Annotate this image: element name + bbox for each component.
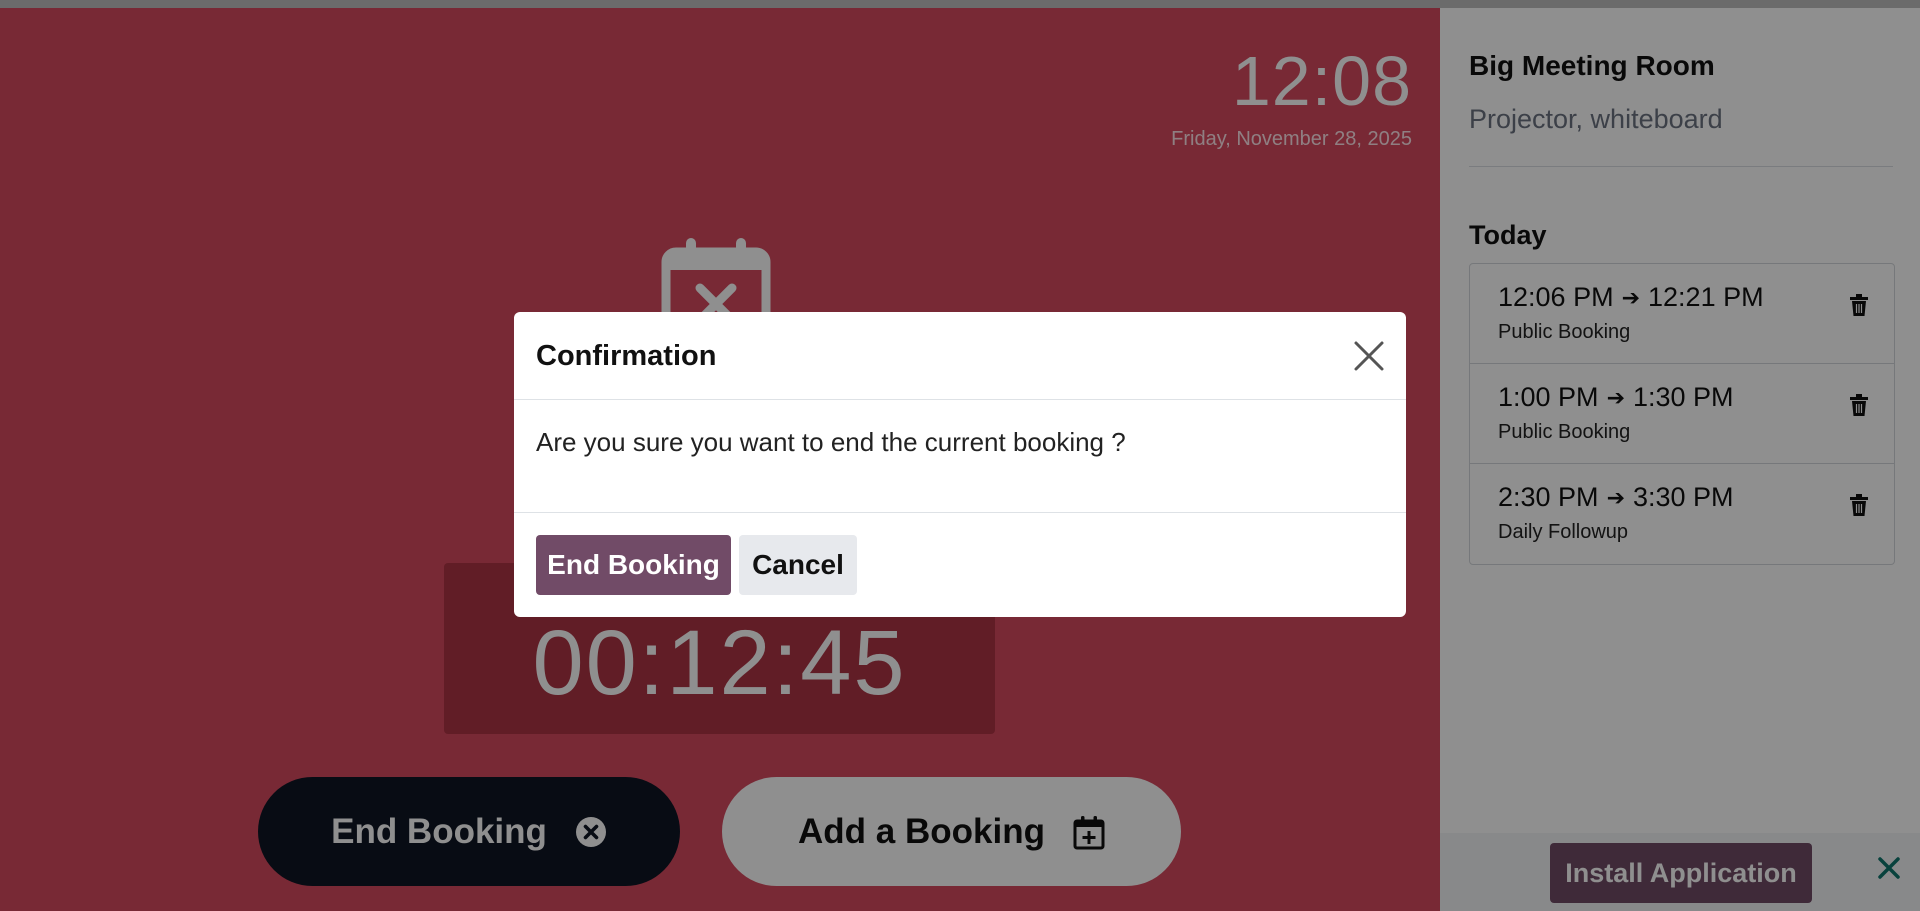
dialog-title: Confirmation xyxy=(536,340,717,372)
confirmation-dialog: Confirmation Are you sure you want to en… xyxy=(514,312,1406,617)
dialog-header: Confirmation xyxy=(514,312,1406,400)
dialog-message: Are you sure you want to end the current… xyxy=(536,427,1126,457)
cancel-button[interactable]: Cancel xyxy=(739,535,857,595)
dialog-body: Are you sure you want to end the current… xyxy=(514,400,1406,513)
dialog-footer: End Booking Cancel xyxy=(514,513,1406,617)
confirm-end-booking-button[interactable]: End Booking xyxy=(536,535,731,595)
top-bar xyxy=(0,0,1920,8)
close-icon[interactable] xyxy=(1352,339,1386,373)
